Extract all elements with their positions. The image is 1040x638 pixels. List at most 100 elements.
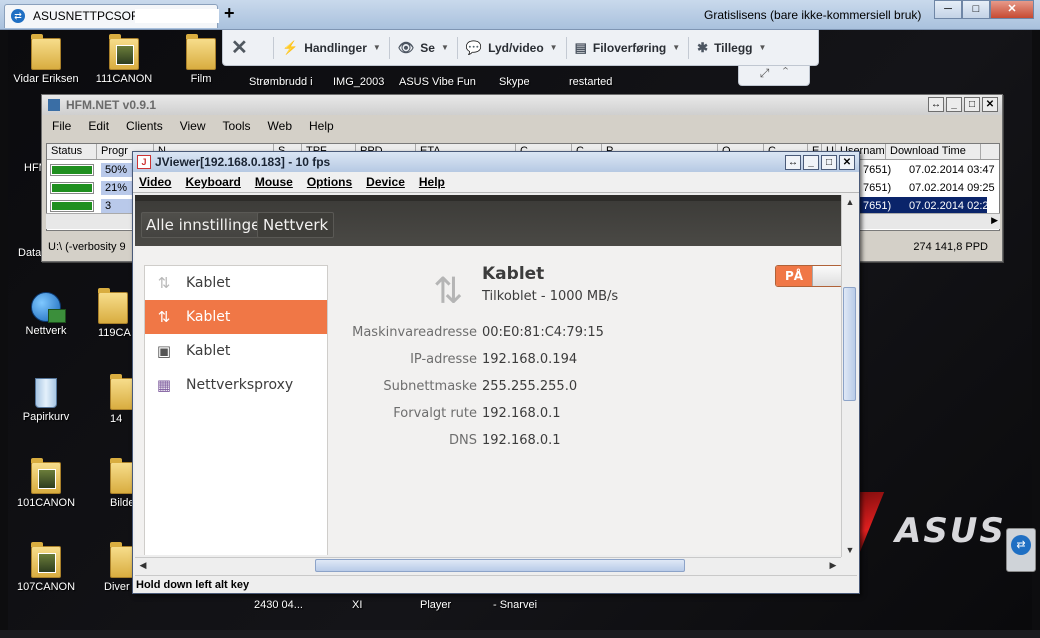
restore-icon[interactable]: ↔	[785, 155, 801, 170]
desktop-icon-folder[interactable]: Vidar Eriksen	[8, 34, 86, 85]
settings-header: Alle innstillinger Nettverk	[135, 195, 845, 246]
status-indicator	[50, 164, 94, 176]
horizontal-scrollbar[interactable]: ◀ ▶	[135, 557, 841, 573]
desktop-icon-label[interactable]: IMG_2003	[333, 76, 384, 88]
desktop-icon-label[interactable]: Skype	[499, 76, 530, 88]
connection-label: Kablet	[186, 309, 231, 325]
desktop-icon-label[interactable]: 2430 04...	[254, 599, 303, 611]
desktop-icon-label: 119CA	[98, 327, 131, 339]
hfm-titlebar[interactable]: HFM.NET v0.9.1 ↔ _ □ ✕	[42, 95, 1002, 115]
connection-label: Kablet	[186, 343, 231, 359]
new-tab-button[interactable]: +	[224, 3, 235, 23]
restore-icon[interactable]: ↔	[928, 97, 944, 112]
close-button[interactable]: ✕	[990, 0, 1034, 19]
breadcrumb-network[interactable]: Nettverk	[257, 212, 335, 238]
toolbar-divider	[688, 36, 690, 59]
menu-clients[interactable]: Clients	[126, 119, 163, 133]
scroll-right-icon[interactable]: ▶	[991, 215, 998, 226]
toolbar-divider	[388, 36, 390, 59]
desktop-icon-label[interactable]: ASUS Vibe Fun	[399, 76, 476, 88]
jviewer-title: JViewer[192.168.0.183] - 10 fps	[155, 155, 331, 169]
wired-network-icon: ⇅	[157, 308, 171, 326]
detail-label: Maskinvareadresse	[352, 325, 477, 340]
column-header[interactable]: Download Time	[886, 144, 981, 159]
maximize-button[interactable]: □	[962, 0, 990, 19]
close-button[interactable]: ✕	[982, 97, 998, 112]
teamviewer-icon: ⇄	[1011, 535, 1031, 555]
file-transfer-icon: ▤	[574, 39, 587, 55]
menu-help[interactable]: Help	[309, 119, 334, 133]
menu-label: Se	[420, 40, 435, 55]
menu-mouse[interactable]: Mouse	[255, 175, 293, 189]
desktop-icon-label[interactable]: Strømbrudd i	[249, 76, 313, 88]
menu-video[interactable]: Video	[139, 175, 171, 189]
desktop-icon-label: Bilde	[110, 497, 135, 509]
scroll-right-icon[interactable]: ▶	[826, 558, 840, 572]
fullscreen-icon[interactable]: ⤢	[760, 66, 770, 80]
connection-item-wired-1[interactable]: ⇅ Kablet	[145, 266, 327, 300]
vertical-scrollbar[interactable]: ▲ ▼	[841, 195, 857, 557]
minimize-button[interactable]: _	[946, 97, 962, 112]
menu-help[interactable]: Help	[419, 175, 445, 189]
menu-web[interactable]: Web	[268, 119, 292, 133]
desktop-icon-network[interactable]: Nettverk	[8, 292, 86, 337]
menu-tools[interactable]: Tools	[223, 119, 251, 133]
all-settings-button[interactable]: Alle innstillinger	[141, 212, 272, 238]
scroll-thumb[interactable]	[843, 287, 856, 401]
desktop-icon-label[interactable]: Player	[420, 599, 451, 611]
desktop-icon-folder[interactable]: 101CANON	[8, 458, 86, 509]
scroll-down-icon[interactable]: ▼	[843, 543, 857, 557]
maximize-button[interactable]: □	[821, 155, 837, 170]
desktop-icon-label[interactable]: restarted	[569, 76, 612, 88]
network-settings-panel: Alle innstillinger Nettverk ⇅ Kablet ⇅ K…	[135, 195, 845, 555]
extras-menu[interactable]: ✱ Tillegg ▼	[697, 40, 766, 56]
folder-icon	[109, 34, 139, 70]
scroll-thumb[interactable]	[315, 559, 685, 572]
menu-keyboard[interactable]: Keyboard	[185, 175, 240, 189]
connection-toggle[interactable]: PÅ	[775, 265, 843, 287]
desktop-icon-label: 107CANON	[16, 581, 76, 593]
progress-cell: 50%	[101, 163, 135, 177]
desktop-icon-label[interactable]: XI	[352, 599, 362, 611]
menu-file[interactable]: File	[52, 119, 71, 133]
menu-label: Filoverføring	[592, 40, 667, 55]
maximize-button[interactable]: □	[964, 97, 980, 112]
scroll-up-icon[interactable]: ▲	[843, 195, 857, 209]
session-tab-title: ASUSNETTPCSOR	[33, 9, 140, 23]
minimize-button[interactable]: _	[803, 155, 819, 170]
session-tab[interactable]: ⇄ ASUSNETTPCSOR	[4, 4, 219, 28]
column-header[interactable]: Status	[47, 144, 97, 159]
view-menu[interactable]: 👁 Se ▼	[398, 40, 449, 56]
teamviewer-tray-widget[interactable]: ⇄	[1006, 528, 1036, 572]
desktop-icon-label[interactable]: Data	[18, 247, 41, 259]
network-device-icon: ▣	[156, 342, 172, 360]
desktop-icon-folder[interactable]: 111CANON	[84, 34, 164, 85]
desktop-icon-folder[interactable]: 107CANON	[8, 542, 86, 593]
jviewer-titlebar[interactable]: J JViewer[192.168.0.183] - 10 fps ↔ _ □ …	[133, 152, 859, 172]
desktop-icon-label[interactable]: - Snarvei	[493, 599, 537, 611]
desktop-icon-folder[interactable]: 119CA	[80, 288, 140, 339]
caret-down-icon: ▼	[672, 43, 681, 52]
caret-down-icon: ▼	[372, 43, 381, 52]
menu-edit[interactable]: Edit	[88, 119, 109, 133]
audio-video-menu[interactable]: 💬 Lyd/video ▼	[466, 40, 558, 56]
eye-icon: 👁	[397, 39, 415, 55]
minimize-button[interactable]: ─	[934, 0, 962, 19]
java-icon: J	[137, 155, 151, 169]
desktop-icon-recycle-bin[interactable]: Papirkurv	[8, 378, 86, 423]
file-transfer-menu[interactable]: ▤ Filoverføring ▼	[575, 40, 681, 56]
teamviewer-toolbar: ✕ ⚡ Handlinger ▼ 👁 Se ▼ 💬 Lyd/video ▼ ▤ …	[222, 30, 819, 66]
network-icon	[31, 292, 66, 323]
caret-down-icon: ▼	[549, 43, 558, 52]
menu-view[interactable]: View	[180, 119, 206, 133]
menu-device[interactable]: Device	[366, 175, 405, 189]
scroll-left-icon[interactable]: ◀	[136, 558, 150, 572]
actions-menu[interactable]: ⚡ Handlinger ▼	[282, 40, 381, 56]
close-button[interactable]: ✕	[839, 155, 855, 170]
hfm-menubar: File Edit Clients View Tools Web Help	[42, 115, 1002, 137]
menu-options[interactable]: Options	[307, 175, 352, 189]
close-session-button[interactable]: ✕	[231, 35, 265, 60]
download-time-cell: 07.02.2014 02:24	[909, 200, 995, 212]
connection-status: Tilkoblet - 1000 MB/s	[482, 289, 619, 304]
collapse-toolbar-icon[interactable]: ⌃	[783, 66, 789, 80]
